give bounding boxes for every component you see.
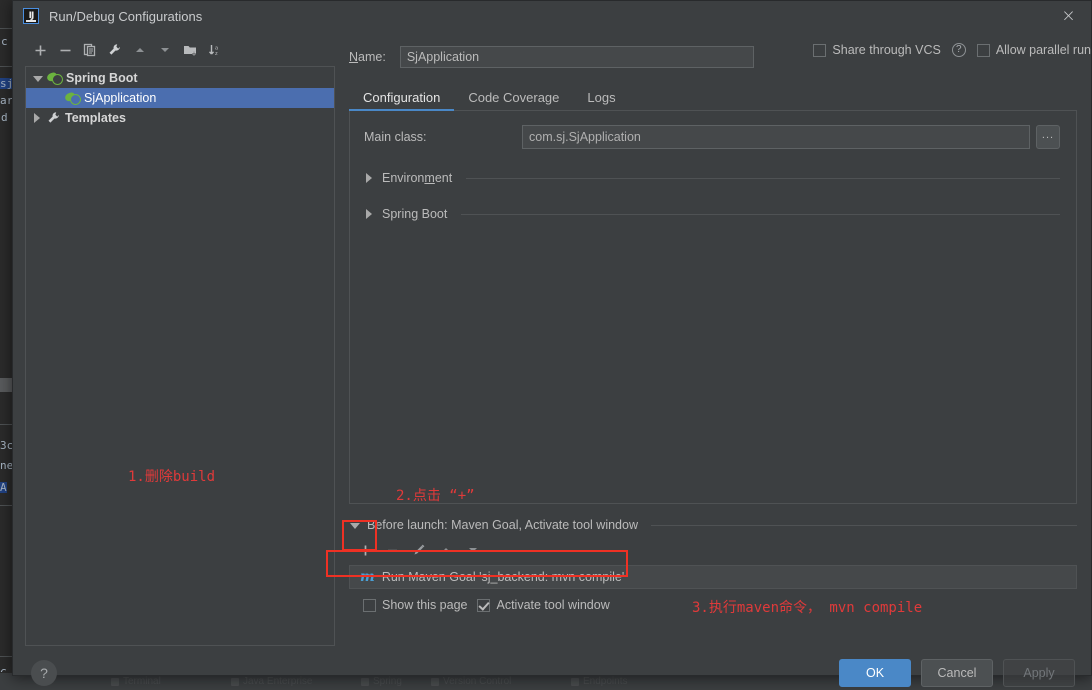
activate-tool-window-label: Activate tool window [496,598,609,612]
name-input[interactable] [400,46,754,68]
name-label: Name: [349,50,386,64]
intellij-logo-icon: IJ [23,8,39,24]
configuration-tab-panel: Main class: ... Environment Spring Boot [349,111,1077,504]
configuration-options: Share through VCS ? Allow parallel run [813,43,1091,57]
wrench-icon [47,111,61,125]
spring-boot-icon [47,72,62,85]
chevron-down-icon[interactable] [32,73,43,84]
edit-templates-wrench-icon[interactable] [104,39,126,61]
chevron-down-icon[interactable] [349,520,360,531]
copy-configuration-icon[interactable] [79,39,101,61]
before-launch-move-down-button[interactable] [461,539,485,561]
before-launch-toolbar [349,539,1077,561]
dialog-footer: ? OK Cancel Apply [13,646,1091,690]
before-launch-checkboxes: Show this page Activate tool window [349,598,1077,612]
tree-item-spring-boot[interactable]: Spring Boot [26,68,334,88]
tree-item-label: Templates [65,111,126,125]
environment-section[interactable]: Environment [364,171,1060,185]
activate-tool-window-checkbox[interactable]: Activate tool window [477,598,609,612]
tab-configuration[interactable]: Configuration [349,83,454,111]
dialog-title-bar: IJ Run/Debug Configurations × [13,1,1091,31]
before-launch-edit-pencil-icon[interactable] [407,539,431,561]
move-down-button[interactable] [154,39,176,61]
main-class-label: Main class: [364,130,522,144]
activate-tool-window-box[interactable] [477,599,490,612]
tree-item-templates[interactable]: Templates [26,108,334,128]
chevron-right-icon[interactable] [32,113,43,124]
remove-configuration-button[interactable] [54,39,76,61]
share-through-vcs-label: Share through VCS [832,43,940,57]
spring-boot-section[interactable]: Spring Boot [364,207,1060,221]
apply-button: Apply [1003,659,1075,687]
spring-boot-section-label: Spring Boot [382,207,447,221]
before-launch-add-button[interactable] [353,539,377,561]
tab-code-coverage[interactable]: Code Coverage [454,83,573,111]
ok-button[interactable]: OK [839,659,911,687]
cancel-button[interactable]: Cancel [921,659,993,687]
main-class-input[interactable] [522,125,1030,149]
before-launch-section: Before launch: Maven Goal, Activate tool… [349,518,1077,612]
section-separator [651,525,1077,526]
tab-logs[interactable]: Logs [573,83,629,111]
environment-section-label: Environment [382,171,452,185]
configuration-editor-pane: Name: Share through VCS ? Allow parallel… [335,31,1091,646]
show-this-page-label: Show this page [382,598,467,612]
spring-boot-icon [65,92,80,105]
close-icon[interactable]: × [1046,1,1091,31]
run-debug-configurations-dialog: IJ Run/Debug Configurations × [12,0,1092,676]
allow-parallel-run-box[interactable] [977,44,990,57]
move-up-button[interactable] [129,39,151,61]
dialog-title: Run/Debug Configurations [49,9,202,24]
tree-item-sjapplication[interactable]: SjApplication [26,88,334,108]
background-code-fragment: d [1,112,8,123]
add-configuration-button[interactable] [29,39,51,61]
sort-az-icon[interactable]: a z [204,39,226,61]
svg-text:z: z [215,51,218,57]
dialog-buttons: OK Cancel Apply [839,659,1075,687]
tree-item-label: SjApplication [84,91,156,105]
browse-main-class-button[interactable]: ... [1036,125,1060,149]
editor-tabs: ConfigurationCode CoverageLogs [349,83,1077,111]
background-code-fragment: c [1,36,8,47]
configurations-pane: a z Spring Boot SjApplication Templates [13,31,335,646]
share-through-vcs-box[interactable] [813,44,826,57]
tree-item-label: Spring Boot [66,71,138,85]
main-class-row: Main class: ... [364,125,1060,149]
maven-icon: m [360,570,375,584]
show-this-page-box[interactable] [363,599,376,612]
chevron-right-icon[interactable] [364,209,374,220]
share-through-vcs-checkbox[interactable]: Share through VCS [813,43,940,57]
help-icon[interactable]: ? [952,43,966,57]
before-launch-task-label: Run Maven Goal 'sj_backend: mvn compile' [382,570,624,584]
before-launch-header[interactable]: Before launch: Maven Goal, Activate tool… [349,518,1077,532]
before-launch-remove-button[interactable] [380,539,404,561]
before-launch-move-up-button[interactable] [434,539,458,561]
section-separator [466,178,1060,179]
background-code-fragment: A [0,482,7,493]
help-button[interactable]: ? [31,660,57,686]
configurations-tree[interactable]: Spring Boot SjApplication Templates [25,66,335,646]
new-folder-icon[interactable] [179,39,201,61]
before-launch-task-row[interactable]: m Run Maven Goal 'sj_backend: mvn compil… [349,565,1077,589]
before-launch-title: Before launch: Maven Goal, Activate tool… [367,518,638,532]
chevron-right-icon[interactable] [364,173,374,184]
allow-parallel-run-label: Allow parallel run [996,43,1091,57]
intellij-logo-text: IJ [29,12,34,21]
allow-parallel-run-checkbox[interactable]: Allow parallel run [977,43,1091,57]
section-separator [461,214,1060,215]
dialog-body: a z Spring Boot SjApplication Templates Na… [13,31,1091,646]
tree-indent-spacer [50,93,61,104]
show-this-page-checkbox[interactable]: Show this page [363,598,467,612]
configurations-toolbar: a z [25,37,335,63]
